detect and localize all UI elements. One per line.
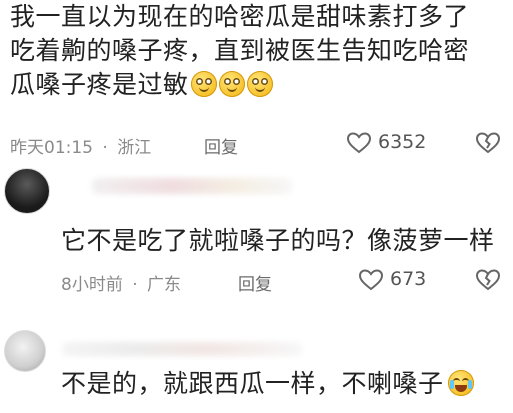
grin-emoji-icon <box>218 71 245 97</box>
comment-1-location: 浙江 <box>117 138 152 158</box>
avatar[interactable] <box>4 168 50 214</box>
heart-outline-icon <box>358 269 384 291</box>
comment-1-line-3: 瓜嗓子疼是过敏 <box>10 68 510 102</box>
comment-2-like-button[interactable] <box>358 268 384 292</box>
comment-1-like-count: 6352 <box>378 131 427 153</box>
comment-2-meta: 8小时前 · 广东 <box>61 270 181 295</box>
crying-laughing-emoji-icon <box>447 370 474 396</box>
comment-3-text-row: 不是的，就跟西瓜一样，不喇嗓子 <box>61 367 474 401</box>
comment-1-line-2: 吃着齁的嗓子疼，直到被医生告知吃哈密 <box>10 36 470 65</box>
broken-heart-icon <box>475 269 501 291</box>
comment-2-like-count: 673 <box>390 268 427 290</box>
username-blurred[interactable] <box>92 178 292 194</box>
comment-1-time: 昨天01:15 <box>10 138 93 158</box>
comment-1-line-3-text: 瓜嗓子疼是过敏 <box>10 70 189 99</box>
heart-outline-icon <box>346 132 372 154</box>
grin-emoji-icon <box>190 71 217 97</box>
comment-1-meta: 昨天01:15 · 浙江 <box>10 133 151 158</box>
meta-separator: · <box>132 275 138 295</box>
comment-2-location: 广东 <box>147 275 182 295</box>
comment-2-dislike-button[interactable] <box>475 268 501 292</box>
comment-1-line-1: 我一直以为现在的哈密瓜是甜味素打多了 <box>10 2 470 31</box>
username-blurred[interactable] <box>62 342 302 356</box>
comment-1-text: 我一直以为现在的哈密瓜是甜味素打多了 吃着齁的嗓子疼，直到被医生告知吃哈密 瓜嗓… <box>10 0 510 102</box>
comment-3-text: 不是的，就跟西瓜一样，不喇嗓子 <box>61 369 444 398</box>
comment-1-like-button[interactable] <box>346 131 372 155</box>
meta-separator: · <box>102 138 108 158</box>
avatar[interactable] <box>4 330 46 372</box>
broken-heart-icon <box>475 132 501 154</box>
comment-1-reply-button[interactable]: 回复 <box>204 133 238 158</box>
comment-2-time: 8小时前 <box>61 275 123 295</box>
comment-2-text: 它不是吃了就啦嗓子的吗？像菠萝一样 <box>61 226 495 255</box>
grin-emoji-icon <box>246 71 273 97</box>
comment-1-dislike-button[interactable] <box>475 131 501 155</box>
comment-2-reply-button[interactable]: 回复 <box>238 270 272 295</box>
